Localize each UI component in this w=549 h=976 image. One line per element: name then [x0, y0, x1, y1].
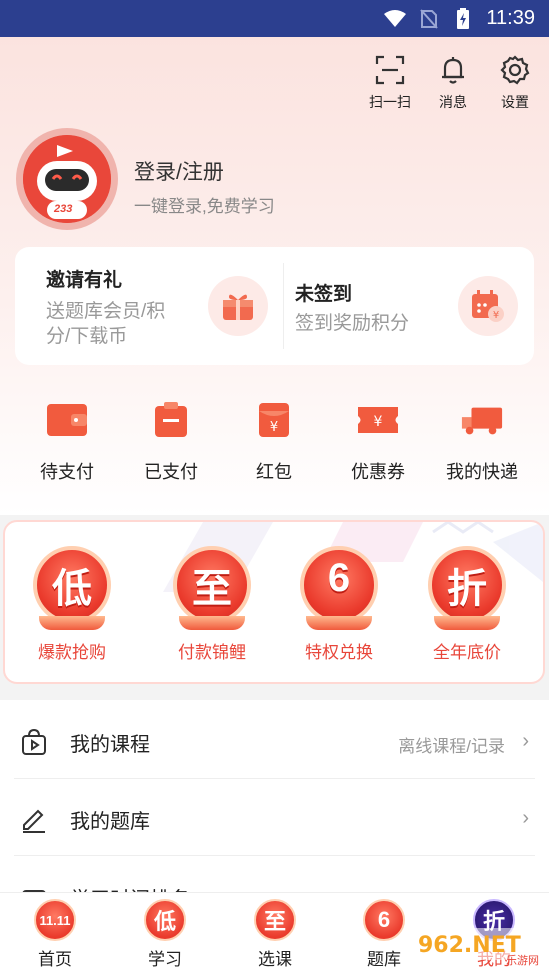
tab-home[interactable]: 11.11 首页	[15, 897, 95, 970]
shortcut-red-envelope[interactable]: ¥ 红包	[224, 400, 324, 484]
study-tab-icon: 低	[140, 897, 190, 943]
chevron-right-icon: ›	[522, 807, 529, 829]
rewards-card: 邀请有礼 送题库会员/积 分/下载币 未签到 签到奖励积分 ¥	[15, 247, 534, 365]
medal-icon: 至	[173, 546, 251, 630]
medal-icon: 折	[428, 546, 506, 630]
medal-icon: 6	[300, 546, 378, 630]
gear-icon	[490, 54, 540, 86]
invite-subtitle-line1: 送题库会员/积	[46, 301, 166, 322]
shortcut-my-deliveries[interactable]: 我的快递	[432, 400, 532, 484]
row-right-text: 离线课程/记录	[398, 737, 505, 756]
my-courses-row[interactable]: 我的课程 离线课程/记录 ›	[0, 702, 549, 780]
site-watermark: 962.NET 乐游网	[410, 922, 546, 967]
messages-button[interactable]: 消息	[428, 54, 478, 112]
promo-item-payment-koi[interactable]: 至 付款锦鲤	[157, 546, 267, 663]
courses-tab-icon: 至	[250, 897, 300, 943]
checkin-title: 未签到	[295, 284, 353, 305]
medal-char: 低	[52, 567, 92, 611]
shortcut-label: 已支付	[144, 462, 198, 482]
calendar-icon: ¥	[458, 276, 518, 336]
settings-button[interactable]: 设置	[490, 54, 540, 112]
gift-icon	[208, 276, 268, 336]
home-tab-icon: 11.11	[30, 897, 80, 943]
no-sim-icon	[418, 8, 440, 30]
battery-charging-icon	[452, 7, 474, 30]
clipboard-icon	[149, 400, 193, 440]
robot-mascot-icon: 233	[23, 135, 111, 223]
chevron-right-icon: ›	[522, 730, 529, 752]
svg-text:¥: ¥	[493, 310, 499, 321]
settings-label: 设置	[501, 94, 529, 110]
checkin-card[interactable]: 未签到 签到奖励积分 ¥	[275, 247, 534, 365]
medal-icon: 低	[33, 546, 111, 630]
question-bank-tab-icon: 6	[359, 897, 409, 943]
wallet-icon	[45, 400, 89, 440]
login-register-link[interactable]: 登录/注册	[134, 156, 224, 186]
avatar-badge: 233	[54, 203, 73, 215]
coupon-icon: ¥	[356, 400, 400, 440]
shortcut-label: 红包	[256, 462, 292, 482]
tab-icon-char: 至	[254, 899, 296, 941]
tab-courses[interactable]: 至 选课	[235, 897, 315, 970]
red-envelope-icon: ¥	[252, 400, 296, 440]
menu-list: 我的课程 离线课程/记录 › 我的题库 › 学习时间排名 ›	[0, 700, 549, 911]
medal-char: 折	[447, 567, 487, 611]
clock: 11:39	[486, 7, 535, 29]
login-subtitle: 一键登录,免费学习	[134, 197, 275, 216]
shortcut-pending-payment[interactable]: 待支付	[17, 400, 117, 484]
messages-label: 消息	[439, 94, 467, 110]
promo-item-privilege-exchange[interactable]: 6 特权兑换	[284, 546, 394, 663]
promo-item-yearly-lowest[interactable]: 折 全年底价	[412, 546, 522, 663]
promo-label: 全年底价	[433, 643, 501, 662]
tab-icon-char: 低	[144, 899, 186, 941]
scan-label: 扫一扫	[369, 94, 411, 110]
shortcut-label: 优惠券	[351, 462, 405, 482]
shortcut-label: 待支付	[40, 462, 94, 482]
scan-button[interactable]: 扫一扫	[365, 54, 415, 112]
status-bar: 11:39	[0, 0, 549, 37]
invite-card[interactable]: 邀请有礼 送题库会员/积 分/下载币	[15, 247, 274, 365]
tab-icon-char: 11.11	[34, 899, 76, 941]
tab-label: 首页	[38, 950, 72, 969]
scan-icon	[365, 54, 415, 86]
tab-study[interactable]: 低 学习	[125, 897, 205, 970]
shortcut-paid[interactable]: 已支付	[121, 400, 221, 484]
divider	[14, 855, 535, 856]
play-bag-icon	[20, 728, 48, 756]
promo-label: 特权兑换	[305, 643, 373, 662]
promo-item-hot-deals[interactable]: 低 爆款抢购	[17, 546, 127, 663]
bell-icon	[428, 54, 478, 86]
shortcut-label: 我的快递	[446, 462, 518, 482]
tab-icon-char: 6	[363, 899, 405, 941]
tab-label: 选课	[258, 950, 292, 969]
promo-banner[interactable]: 低 爆款抢购 至 付款锦鲤 6 特权兑换 折 全年底价	[3, 520, 545, 684]
invite-subtitle-line2: 分/下载币	[46, 326, 128, 347]
pencil-icon	[20, 805, 48, 833]
watermark-subtext: 乐游网	[506, 954, 539, 966]
row-label: 我的题库	[70, 811, 150, 833]
tab-label: 学习	[148, 950, 182, 969]
checkin-subtitle: 签到奖励积分	[295, 313, 410, 334]
promo-label: 付款锦鲤	[178, 643, 246, 662]
medal-char: 6	[327, 556, 351, 600]
wifi-icon	[384, 8, 407, 30]
my-question-bank-row[interactable]: 我的题库 ›	[0, 779, 549, 857]
promo-label: 爆款抢购	[38, 643, 106, 662]
truck-icon	[460, 400, 504, 440]
shortcut-coupons[interactable]: ¥ 优惠券	[328, 400, 428, 484]
svg-text:¥: ¥	[270, 420, 278, 435]
invite-title: 邀请有礼	[46, 270, 123, 291]
avatar[interactable]: 233	[16, 128, 118, 230]
medal-char: 至	[192, 567, 232, 611]
svg-text:¥: ¥	[374, 414, 383, 430]
row-label: 我的课程	[70, 734, 150, 756]
